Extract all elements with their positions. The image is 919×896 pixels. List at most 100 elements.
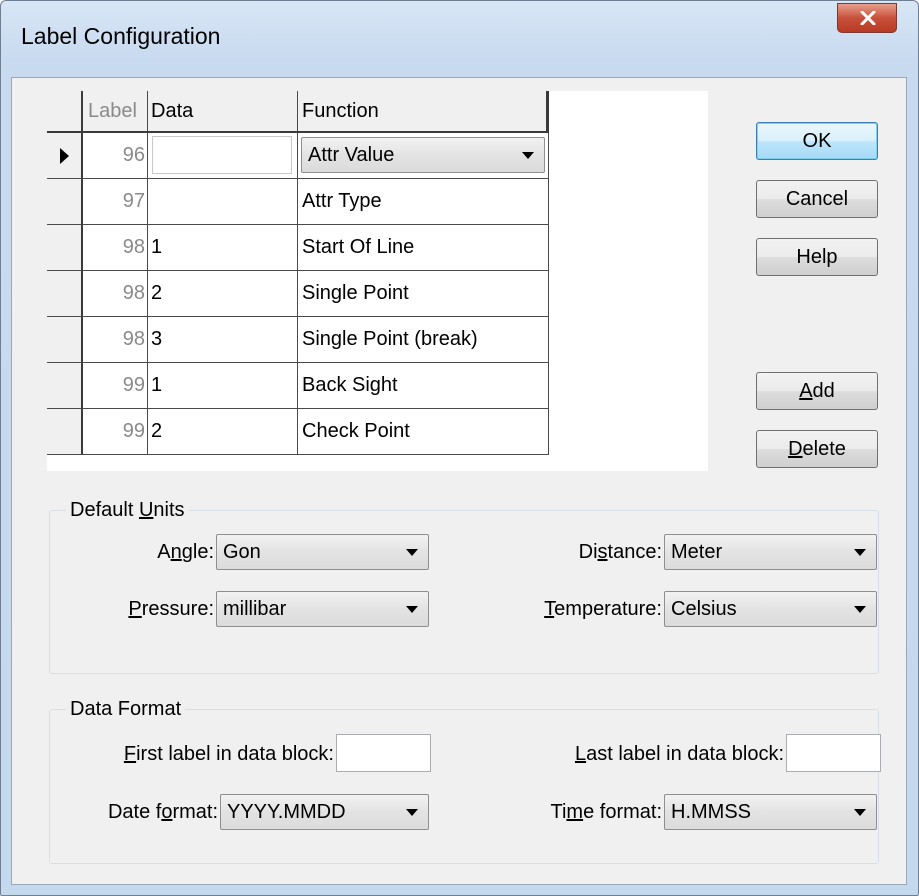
ok-button[interactable]: OK (756, 122, 878, 160)
row-header[interactable] (47, 179, 83, 225)
pressure-dropdown-value: millibar (223, 598, 287, 620)
chevron-down-icon (854, 549, 866, 556)
column-header-label[interactable]: Label (83, 91, 148, 133)
table-row[interactable]: 98 3 Single Point (break) (47, 317, 549, 363)
add-button[interactable]: Add (756, 372, 878, 410)
last-label-label: Last label in data block: (520, 736, 784, 772)
row-function-cell[interactable]: Start Of Line (298, 225, 549, 271)
last-label-label-post: ast label in data block: (586, 743, 784, 765)
data-edit-input[interactable] (152, 136, 292, 174)
row-header[interactable] (47, 363, 83, 409)
dialog-client-area: Label Data Function 96 Attr Value 97 Att… (11, 77, 907, 885)
table-row[interactable]: 98 2 Single Point (47, 271, 549, 317)
row-function-cell[interactable]: Single Point (break) (298, 317, 549, 363)
column-header-function[interactable]: Function (298, 91, 549, 133)
default-units-group: Default Units Angle: Gon Distance: Meter… (49, 497, 879, 674)
row-function-cell[interactable]: Single Point (298, 271, 549, 317)
current-row-arrow-icon (60, 148, 69, 164)
row-label-cell[interactable]: 96 (83, 133, 148, 179)
row-label-cell[interactable]: 98 (83, 271, 148, 317)
distance-dropdown-value: Meter (671, 541, 723, 563)
angle-dropdown-value: Gon (223, 541, 261, 563)
first-label-label-post: irst label in data block: (136, 743, 334, 765)
window-title: Label Configuration (21, 23, 221, 49)
default-units-title-post: nits (153, 499, 185, 521)
row-function-cell[interactable]: Check Point (298, 409, 549, 455)
row-label-cell[interactable]: 99 (83, 409, 148, 455)
title-bar[interactable]: Label Configuration (1, 1, 918, 77)
chevron-down-icon (522, 152, 534, 159)
close-button[interactable] (837, 3, 897, 33)
time-format-dropdown-value: H.MMSS (671, 801, 751, 823)
row-function-cell[interactable]: Back Sight (298, 363, 549, 409)
default-units-title-pre: Default (70, 499, 139, 521)
row-label-cell[interactable]: 97 (83, 179, 148, 225)
time-format-label-mnemonic: m (566, 801, 584, 823)
row-data-cell[interactable]: 3 (148, 317, 298, 363)
row-function-cell[interactable]: Attr Type (298, 179, 549, 225)
first-label-input[interactable] (336, 734, 431, 772)
first-label-label: First label in data block: (70, 736, 334, 772)
add-label-post: dd (812, 380, 835, 402)
angle-label-post: gle: (181, 541, 214, 563)
date-format-dropdown-value: YYYY.MMDD (227, 801, 346, 823)
row-data-cell[interactable]: 2 (148, 271, 298, 317)
chevron-down-icon (406, 549, 418, 556)
row-function-cell[interactable]: Attr Value (298, 133, 549, 179)
cancel-button[interactable]: Cancel (756, 180, 878, 218)
temperature-label-mnemonic: T (544, 598, 555, 620)
row-header[interactable] (47, 271, 83, 317)
last-label-mnemonic: L (574, 743, 587, 765)
angle-dropdown[interactable]: Gon (216, 534, 429, 570)
label-function-table[interactable]: Label Data Function 96 Attr Value 97 Att… (47, 91, 708, 471)
distance-dropdown[interactable]: Meter (664, 534, 877, 570)
table-row[interactable]: 97 Attr Type (47, 179, 549, 225)
row-header[interactable] (47, 133, 83, 179)
date-format-dropdown[interactable]: YYYY.MMDD (220, 794, 429, 830)
default-units-title-mnemonic: U (138, 499, 154, 521)
row-data-cell[interactable]: 2 (148, 409, 298, 455)
first-label-mnemonic: F (123, 743, 137, 765)
temperature-label: Temperature: (490, 591, 662, 627)
pressure-label-post: ressure: (141, 598, 214, 620)
row-label-cell[interactable]: 98 (83, 317, 148, 363)
delete-button[interactable]: Delete (756, 430, 878, 468)
pressure-label-mnemonic: P (128, 598, 142, 620)
row-header[interactable] (47, 317, 83, 363)
date-format-label-post: rmat: (172, 801, 218, 823)
pressure-dropdown[interactable]: millibar (216, 591, 429, 627)
default-units-title: Default Units (66, 497, 189, 523)
table-row[interactable]: 99 2 Check Point (47, 409, 549, 455)
distance-label-pre: Di (578, 541, 598, 563)
temperature-dropdown-value: Celsius (671, 598, 737, 620)
time-format-dropdown[interactable]: H.MMSS (664, 794, 877, 830)
row-data-cell[interactable] (148, 133, 298, 179)
last-label-input[interactable] (786, 734, 881, 772)
table-row[interactable]: 96 Attr Value (47, 133, 549, 179)
table-row[interactable]: 98 1 Start Of Line (47, 225, 549, 271)
temperature-dropdown[interactable]: Celsius (664, 591, 877, 627)
distance-label-post: tance: (607, 541, 662, 563)
distance-label-mnemonic: s (597, 541, 608, 563)
function-dropdown[interactable]: Attr Value (301, 137, 545, 173)
row-data-cell[interactable] (148, 179, 298, 225)
column-header-data[interactable]: Data (148, 91, 298, 133)
row-label-cell[interactable]: 98 (83, 225, 148, 271)
angle-label: Angle: (110, 534, 214, 570)
help-button[interactable]: Help (756, 238, 878, 276)
add-label-mnemonic: A (799, 380, 813, 402)
angle-label-pre: A (157, 541, 171, 563)
chevron-down-icon (406, 606, 418, 613)
delete-label-mnemonic: D (788, 438, 803, 460)
data-format-group: Data Format First label in data block: L… (49, 696, 881, 864)
row-header[interactable] (47, 409, 83, 455)
label-configuration-dialog: Label Configuration Label Data Function … (0, 0, 919, 896)
table-row[interactable]: 99 1 Back Sight (47, 363, 549, 409)
row-data-cell[interactable]: 1 (148, 225, 298, 271)
row-label-cell[interactable]: 99 (83, 363, 148, 409)
row-header[interactable] (47, 225, 83, 271)
time-format-label: Time format: (510, 794, 662, 830)
row-data-cell[interactable]: 1 (148, 363, 298, 409)
chevron-down-icon (854, 809, 866, 816)
temperature-label-post: emperature: (554, 598, 662, 620)
